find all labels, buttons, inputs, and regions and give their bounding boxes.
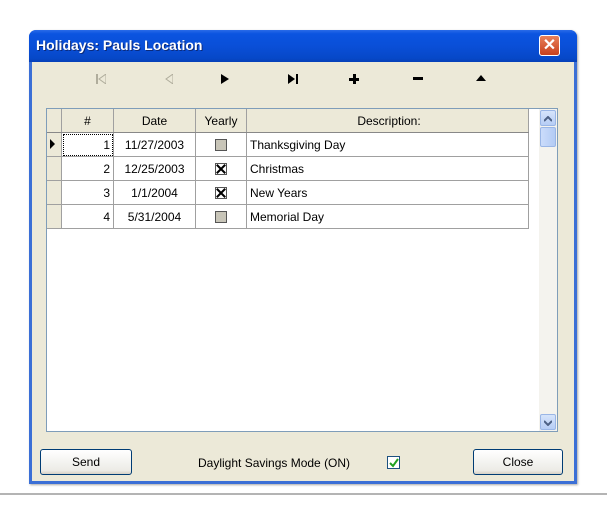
cell-yearly[interactable] — [195, 204, 247, 229]
yearly-checkbox[interactable] — [215, 187, 227, 200]
yearly-checkbox[interactable] — [215, 163, 227, 176]
scroll-down-button[interactable] — [540, 414, 556, 430]
cell-yearly[interactable] — [195, 156, 247, 181]
column-header-yearly[interactable]: Yearly — [195, 109, 247, 133]
holidays-table: # Date Yearly Description: 1 11/27/2003 … — [47, 109, 529, 229]
title-bar[interactable]: Holidays: Pauls Location ✕ — [29, 30, 577, 62]
row-indicator[interactable] — [47, 180, 62, 205]
navigator-toolbar — [32, 64, 574, 92]
cell-date[interactable]: 12/25/2003 — [113, 156, 196, 181]
previous-record-icon — [165, 72, 174, 85]
last-record-button[interactable] — [264, 64, 322, 92]
next-record-button[interactable] — [196, 64, 254, 92]
yearly-checkbox[interactable] — [215, 139, 227, 152]
checkmark-icon — [389, 458, 399, 468]
current-row-arrow-icon — [50, 138, 55, 149]
last-record-icon — [288, 73, 298, 84]
row-indicator[interactable] — [47, 132, 62, 157]
window-title: Holidays: Pauls Location — [36, 37, 203, 53]
first-record-button[interactable] — [72, 64, 130, 92]
scroll-up-button[interactable] — [540, 110, 556, 126]
cell-number[interactable]: 4 — [61, 204, 114, 229]
cell-description[interactable]: Christmas — [246, 156, 529, 181]
cell-number[interactable]: 3 — [61, 180, 114, 205]
cell-description[interactable]: Thanksgiving Day — [246, 132, 529, 157]
plus-icon — [349, 73, 359, 84]
first-record-icon — [96, 72, 107, 85]
cell-yearly[interactable] — [195, 180, 247, 205]
column-header-date[interactable]: Date — [113, 109, 196, 133]
daylight-savings-label: Daylight Savings Mode (ON) — [198, 456, 351, 470]
minus-icon — [413, 76, 423, 80]
cell-date[interactable]: 11/27/2003 — [113, 132, 196, 157]
cell-yearly[interactable] — [195, 132, 247, 157]
chevron-down-icon — [543, 420, 553, 427]
cell-date[interactable]: 1/1/2004 — [113, 180, 196, 205]
column-header-description[interactable]: Description: — [246, 109, 529, 133]
previous-record-button[interactable] — [140, 64, 198, 92]
send-button[interactable]: Send — [40, 449, 132, 475]
yearly-checkbox[interactable] — [215, 211, 227, 224]
cell-date[interactable]: 5/31/2004 — [113, 204, 196, 229]
scroll-thumb[interactable] — [540, 127, 556, 147]
next-record-icon — [221, 73, 229, 84]
page-divider — [0, 493, 607, 495]
table-row[interactable]: 1 11/27/2003 Thanksgiving Day — [47, 132, 529, 157]
close-icon: ✕ — [542, 37, 557, 54]
column-header-number[interactable]: # — [61, 109, 114, 133]
up-arrow-icon — [476, 75, 486, 82]
daylight-savings-checkbox[interactable] — [387, 456, 400, 469]
table-row[interactable]: 4 5/31/2004 Memorial Day — [47, 204, 529, 229]
table-row[interactable]: 2 12/25/2003 Christmas — [47, 156, 529, 181]
grid-vertical-scrollbar[interactable] — [539, 109, 557, 431]
close-button[interactable]: Close — [473, 449, 563, 475]
chevron-up-icon — [543, 115, 553, 122]
move-up-button[interactable] — [452, 64, 510, 92]
dialog-footer: Send Daylight Savings Mode (ON) Close — [32, 446, 574, 478]
table-row[interactable]: 3 1/1/2004 New Years — [47, 180, 529, 205]
grid-header-row: # Date Yearly Description: — [47, 109, 529, 133]
remove-record-button[interactable] — [389, 64, 447, 92]
cell-number[interactable]: 1 — [61, 132, 114, 157]
add-record-button[interactable] — [325, 64, 383, 92]
cell-description[interactable]: Memorial Day — [246, 204, 529, 229]
window-close-button[interactable]: ✕ — [539, 35, 560, 56]
row-indicator-header — [47, 109, 62, 133]
holidays-grid: # Date Yearly Description: 1 11/27/2003 … — [46, 108, 558, 432]
dialog-client-area: # Date Yearly Description: 1 11/27/2003 … — [32, 62, 574, 481]
cell-description[interactable]: New Years — [246, 180, 529, 205]
row-indicator[interactable] — [47, 204, 62, 229]
holidays-dialog: Holidays: Pauls Location ✕ # Date Yearly… — [29, 30, 577, 484]
row-indicator[interactable] — [47, 156, 62, 181]
cell-number[interactable]: 2 — [61, 156, 114, 181]
